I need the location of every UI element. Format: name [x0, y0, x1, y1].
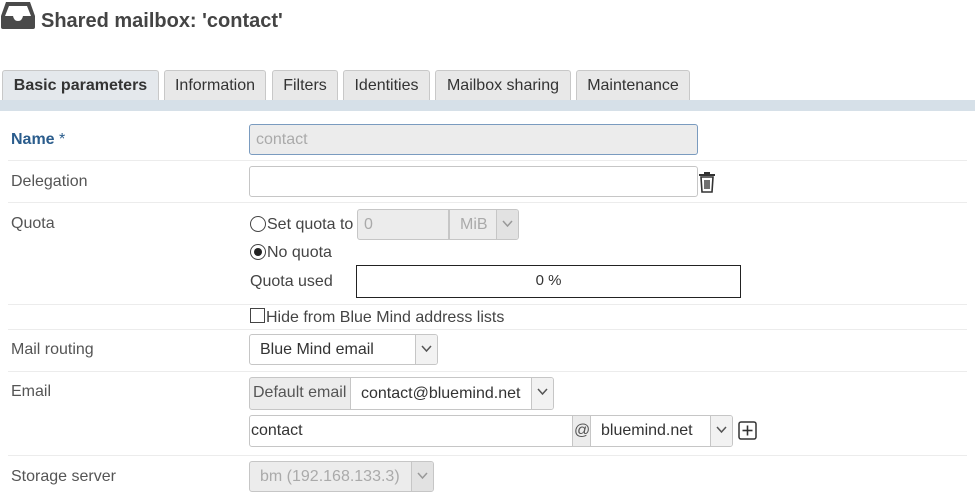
tab-maintenance[interactable]: Maintenance	[576, 70, 690, 102]
default-email-select[interactable]: contact@bluemind.net	[350, 377, 554, 410]
tab-identities[interactable]: Identities	[343, 70, 430, 102]
chevron-down-icon	[531, 378, 553, 409]
row-divider	[8, 202, 967, 203]
tab-information[interactable]: Information	[164, 70, 266, 102]
tab-filters[interactable]: Filters	[272, 70, 338, 102]
tab-mailbox-sharing[interactable]: Mailbox sharing	[435, 70, 571, 102]
tab-bar: Basic parameters Information Filters Ide…	[0, 70, 975, 102]
required-mark: *	[59, 131, 66, 148]
email-domain-value: bluemind.net	[601, 422, 693, 439]
default-email-addon: Default email	[249, 377, 351, 410]
email-label: Email	[11, 383, 52, 400]
quota-used-label: Quota used	[250, 273, 333, 290]
set-quota-radio[interactable]	[250, 216, 266, 232]
storage-server-label: Storage server	[11, 468, 116, 485]
delegation-input[interactable]	[249, 166, 698, 197]
mail-routing-value: Blue Mind email	[260, 341, 374, 358]
quota-unit-value: MiB	[460, 216, 488, 233]
hide-from-lists-label: Hide from Blue Mind address lists	[266, 309, 505, 326]
plus-square-icon[interactable]	[738, 421, 757, 445]
row-divider	[8, 160, 967, 161]
name-label: Name *	[11, 131, 65, 149]
chevron-down-icon	[411, 462, 433, 491]
chevron-down-icon	[415, 335, 437, 364]
row-divider	[8, 329, 967, 330]
quota-used-bar: 0 %	[356, 265, 741, 298]
quota-unit-select[interactable]: MiB	[449, 209, 519, 240]
no-quota-label: No quota	[267, 244, 332, 261]
storage-server-value: bm (192.168.133.3)	[260, 468, 400, 485]
quota-used-text: 0 %	[535, 272, 562, 289]
storage-server-select[interactable]: bm (192.168.133.3)	[249, 461, 434, 492]
email-domain-select[interactable]: bluemind.net	[590, 415, 733, 447]
name-label-text: Name	[11, 131, 55, 148]
delegation-label: Delegation	[11, 173, 88, 190]
at-sign-addon: @	[572, 415, 591, 447]
default-email-value: contact@bluemind.net	[361, 385, 521, 402]
set-quota-label: Set quota to	[267, 216, 354, 233]
page-title: Shared mailbox: 'contact'	[41, 10, 283, 32]
trash-icon[interactable]	[698, 171, 716, 198]
name-input[interactable]	[249, 124, 698, 155]
row-divider	[8, 371, 967, 372]
row-divider	[8, 304, 967, 305]
quota-label: Quota	[11, 215, 55, 232]
chevron-down-icon	[496, 210, 518, 239]
row-divider	[8, 455, 967, 456]
quota-value-input[interactable]	[357, 209, 449, 240]
hide-from-lists-checkbox[interactable]	[250, 308, 265, 323]
no-quota-radio[interactable]	[250, 244, 266, 260]
email-local-part-input[interactable]	[249, 415, 573, 447]
tab-basic-parameters[interactable]: Basic parameters	[2, 70, 159, 102]
inbox-tray-icon	[0, 0, 36, 30]
tab-content-strip	[0, 100, 975, 111]
chevron-down-icon	[710, 416, 732, 446]
mail-routing-select[interactable]: Blue Mind email	[249, 334, 438, 365]
mail-routing-label: Mail routing	[11, 341, 94, 358]
